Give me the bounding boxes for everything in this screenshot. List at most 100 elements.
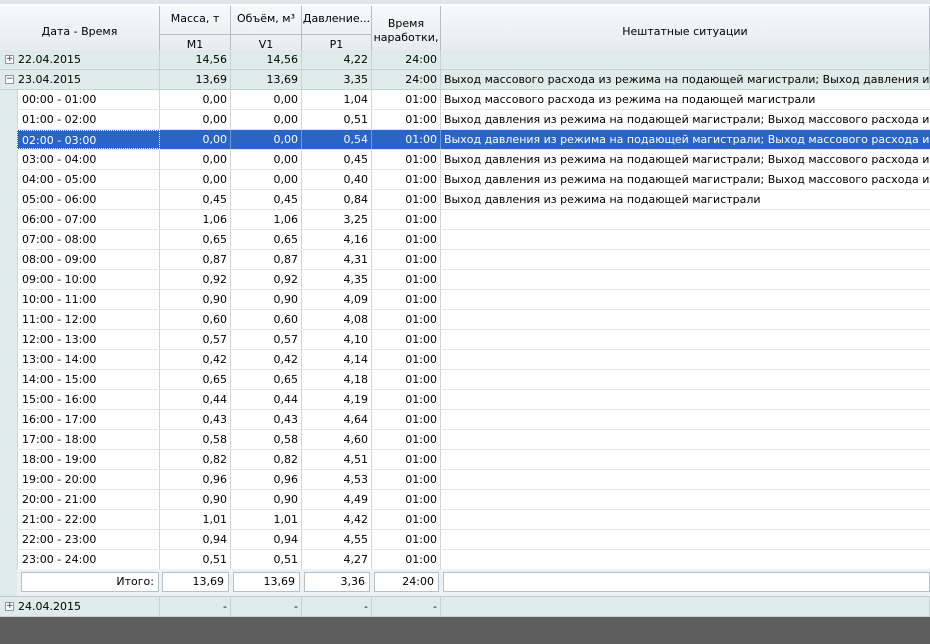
table-row[interactable]: 17:00 - 18:00 0,58 0,58 4,60 01:00: [0, 430, 930, 450]
group-mass: 13,69: [160, 70, 231, 89]
row-runtime: 01:00: [372, 470, 441, 489]
row-time: 23:00 - 24:00: [17, 550, 160, 569]
row-events: [441, 450, 930, 469]
group-row-3[interactable]: + 24.04.2015 - - - -: [0, 597, 930, 617]
row-indent: [0, 350, 17, 369]
row-runtime: 01:00: [372, 250, 441, 269]
row-time: 15:00 - 16:00: [17, 390, 160, 409]
group-events: [441, 50, 930, 69]
row-events: Выход давления из режима на подающей маг…: [444, 153, 930, 166]
row-pressure: 4,64: [302, 410, 372, 429]
header-datetime[interactable]: Дата - Время: [0, 6, 160, 55]
table-row[interactable]: 22:00 - 23:00 0,94 0,94 4,55 01:00: [0, 530, 930, 550]
row-volume: 0,42: [231, 350, 302, 369]
row-mass: 0,96: [160, 470, 231, 489]
group-label: 22.04.2015: [0, 50, 160, 69]
grid-header: Дата - Время Масса, т M1 Объём, м³ V1 Да…: [0, 6, 930, 56]
row-runtime: 01:00: [372, 510, 441, 529]
group-pressure: -: [302, 597, 372, 616]
header-volume-label: Объём, м³: [237, 12, 295, 25]
row-events: [441, 290, 930, 309]
row-mass: 1,01: [160, 510, 231, 529]
row-events: [441, 270, 930, 289]
table-row[interactable]: 15:00 - 16:00 0,44 0,44 4,19 01:00: [0, 390, 930, 410]
row-mass: 0,65: [160, 230, 231, 249]
row-time: 11:00 - 12:00: [17, 310, 160, 329]
row-pressure: 3,25: [302, 210, 372, 229]
table-row[interactable]: 13:00 - 14:00 0,42 0,42 4,14 01:00: [0, 350, 930, 370]
table-row[interactable]: 03:00 - 04:00 0,00 0,00 0,45 01:00 Выход давл…: [0, 150, 930, 170]
row-events: [441, 550, 930, 569]
table-row[interactable]: 08:00 - 09:00 0,87 0,87 4,31 01:00: [0, 250, 930, 270]
row-pressure: 0,51: [302, 110, 372, 129]
row-events: [441, 530, 930, 549]
group-label: 24.04.2015: [0, 597, 160, 616]
row-mass: 0,94: [160, 530, 231, 549]
table-row[interactable]: 10:00 - 11:00 0,90 0,90 4,09 01:00: [0, 290, 930, 310]
group-pressure: 3,35: [302, 70, 372, 89]
row-events: [441, 230, 930, 249]
header-mass[interactable]: Масса, т M1: [160, 6, 231, 55]
row-indent: [0, 470, 17, 489]
table-row[interactable]: 02:00 - 03:00 0,00 0,00 0,54 01:00 Выход давл…: [0, 130, 930, 150]
row-indent: [0, 230, 17, 249]
row-indent: [0, 390, 17, 409]
row-runtime: 01:00: [372, 130, 441, 149]
header-events[interactable]: Нештатные ситуации: [441, 6, 930, 55]
row-indent: [0, 330, 17, 349]
table-row[interactable]: 09:00 - 10:00 0,92 0,92 4,35 01:00: [0, 270, 930, 290]
row-pressure: 4,16: [302, 230, 372, 249]
row-indent: [0, 370, 17, 389]
header-pressure[interactable]: Давление... P1: [302, 6, 372, 55]
group-row-2[interactable]: − 23.04.2015 13,69 13,69 3,35 24:00 Выхо…: [0, 70, 930, 90]
totals-row: Итого: 13,69 13,69 3,36 24:00: [0, 569, 930, 597]
table-row[interactable]: 04:00 - 05:00 0,00 0,00 0,40 01:00 Выход давл…: [0, 170, 930, 190]
row-time: 10:00 - 11:00: [17, 290, 160, 309]
header-volume[interactable]: Объём, м³ V1: [231, 6, 302, 55]
header-mass-label: Масса, т: [170, 12, 220, 25]
table-row[interactable]: 19:00 - 20:00 0,96 0,96 4,53 01:00: [0, 470, 930, 490]
totals-events: [443, 572, 930, 592]
top-scroll-edge: [0, 0, 930, 4]
table-row[interactable]: 11:00 - 12:00 0,60 0,60 4,08 01:00: [0, 310, 930, 330]
group-row-1[interactable]: + 22.04.2015 14,56 14,56 4,22 24:00: [0, 50, 930, 70]
table-row[interactable]: 06:00 - 07:00 1,06 1,06 3,25 01:00: [0, 210, 930, 230]
table-row[interactable]: 00:00 - 01:00 0,00 0,00 1,04 01:00 Выход масс…: [0, 90, 930, 110]
row-pressure: 4,53: [302, 470, 372, 489]
table-row[interactable]: 01:00 - 02:00 0,00 0,00 0,51 01:00 Выход давл…: [0, 110, 930, 130]
row-events: [441, 310, 930, 329]
row-time: 20:00 - 21:00: [17, 490, 160, 509]
row-runtime: 01:00: [372, 190, 441, 209]
row-time: 21:00 - 22:00: [17, 510, 160, 529]
row-runtime: 01:00: [372, 410, 441, 429]
row-runtime: 01:00: [372, 370, 441, 389]
table-row[interactable]: 23:00 - 24:00 0,51 0,51 4,27 01:00: [0, 550, 930, 570]
table-row[interactable]: 05:00 - 06:00 0,45 0,45 0,84 01:00 Выход давл…: [0, 190, 930, 210]
header-runtime[interactable]: Время наработки,: [372, 6, 441, 55]
table-row[interactable]: 16:00 - 17:00 0,43 0,43 4,64 01:00: [0, 410, 930, 430]
row-mass: 0,92: [160, 270, 231, 289]
row-mass: 0,00: [160, 90, 231, 109]
row-time: 19:00 - 20:00: [17, 470, 160, 489]
row-time: 00:00 - 01:00: [17, 90, 160, 109]
table-row[interactable]: 07:00 - 08:00 0,65 0,65 4,16 01:00: [0, 230, 930, 250]
table-row[interactable]: 12:00 - 13:00 0,57 0,57 4,10 01:00: [0, 330, 930, 350]
table-row[interactable]: 18:00 - 19:00 0,82 0,82 4,51 01:00: [0, 450, 930, 470]
row-indent: [0, 190, 17, 209]
row-runtime: 01:00: [372, 310, 441, 329]
row-volume: 0,45: [231, 190, 302, 209]
row-events: [441, 410, 930, 429]
row-mass: 0,90: [160, 290, 231, 309]
row-indent: [0, 450, 17, 469]
row-pressure: 4,08: [302, 310, 372, 329]
table-row[interactable]: 14:00 - 15:00 0,65 0,65 4,18 01:00: [0, 370, 930, 390]
table-row[interactable]: 20:00 - 21:00 0,90 0,90 4,49 01:00: [0, 490, 930, 510]
row-runtime: 01:00: [372, 390, 441, 409]
header-runtime-label: Время наработки,: [373, 17, 439, 44]
row-pressure: 4,51: [302, 450, 372, 469]
row-runtime: 01:00: [372, 290, 441, 309]
row-volume: 0,82: [231, 450, 302, 469]
row-time: 14:00 - 15:00: [17, 370, 160, 389]
row-runtime: 01:00: [372, 430, 441, 449]
table-row[interactable]: 21:00 - 22:00 1,01 1,01 4,42 01:00: [0, 510, 930, 530]
